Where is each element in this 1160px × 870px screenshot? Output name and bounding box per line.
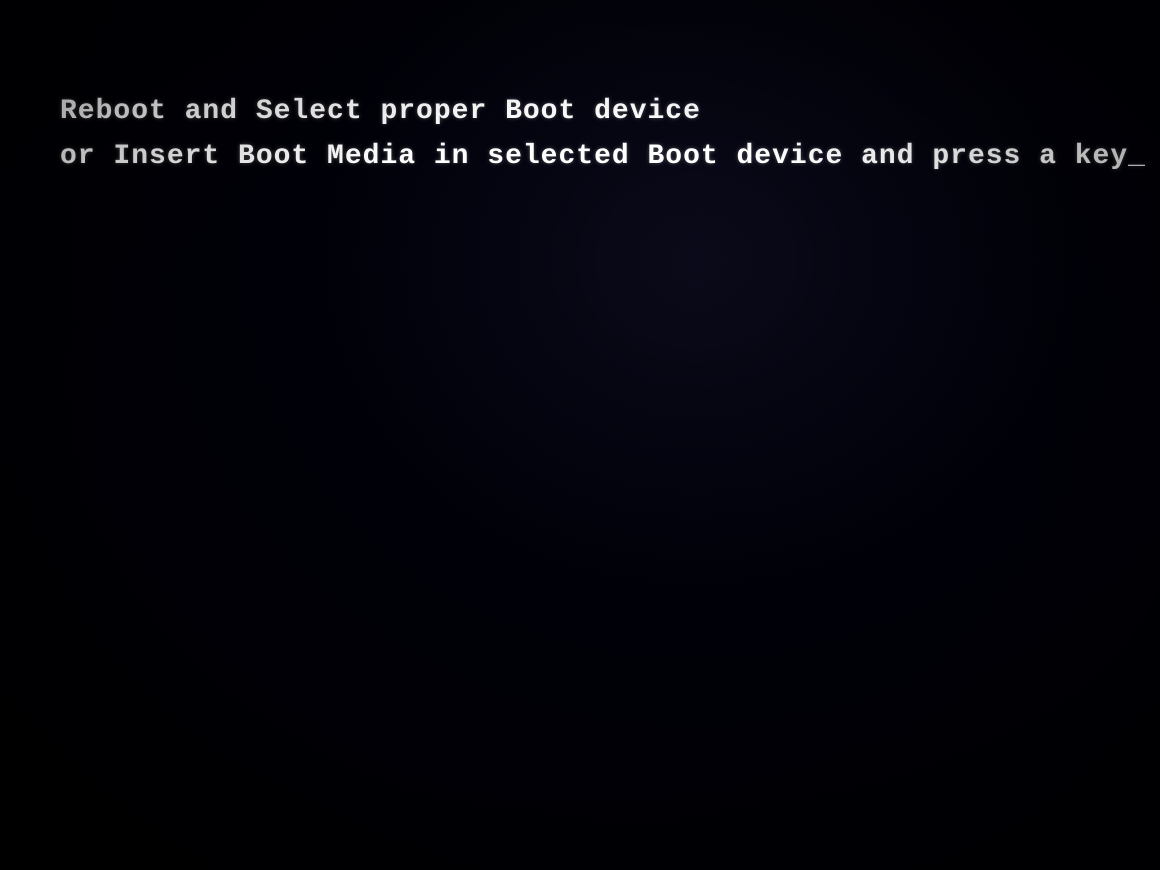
- boot-message-line2: or Insert Boot Media in selected Boot de…: [60, 135, 1146, 180]
- boot-message-line1: Reboot and Select proper Boot device: [60, 90, 1146, 135]
- boot-message-container: Reboot and Select proper Boot device or …: [60, 90, 1146, 180]
- boot-screen: Reboot and Select proper Boot device or …: [0, 0, 1160, 870]
